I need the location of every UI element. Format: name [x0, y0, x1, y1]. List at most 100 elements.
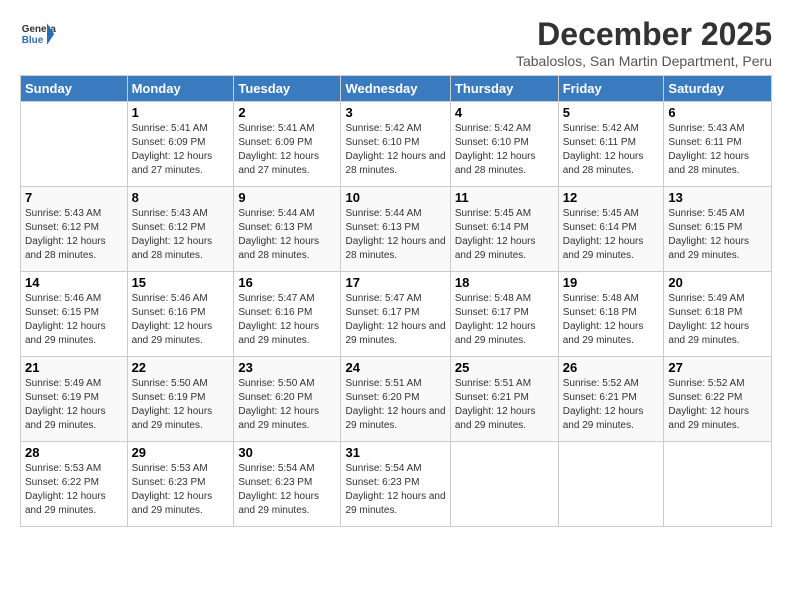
day-number: 1	[132, 105, 230, 120]
day-number: 28	[25, 445, 123, 460]
calendar-week-row: 14 Sunrise: 5:46 AMSunset: 6:15 PMDaylig…	[21, 272, 772, 357]
calendar-day-cell: 7 Sunrise: 5:43 AMSunset: 6:12 PMDayligh…	[21, 187, 128, 272]
day-number: 15	[132, 275, 230, 290]
calendar-day-cell: 29 Sunrise: 5:53 AMSunset: 6:23 PMDaylig…	[127, 442, 234, 527]
calendar-day-cell: 11 Sunrise: 5:45 AMSunset: 6:14 PMDaylig…	[450, 187, 558, 272]
day-number: 6	[668, 105, 767, 120]
day-info: Sunrise: 5:43 AMSunset: 6:12 PMDaylight:…	[25, 208, 106, 261]
calendar-day-cell: 4 Sunrise: 5:42 AMSunset: 6:10 PMDayligh…	[450, 102, 558, 187]
day-info: Sunrise: 5:42 AMSunset: 6:10 PMDaylight:…	[345, 123, 445, 176]
calendar-day-cell: 19 Sunrise: 5:48 AMSunset: 6:18 PMDaylig…	[558, 272, 664, 357]
svg-text:Blue: Blue	[22, 35, 44, 46]
day-info: Sunrise: 5:44 AMSunset: 6:13 PMDaylight:…	[238, 208, 319, 261]
day-info: Sunrise: 5:49 AMSunset: 6:19 PMDaylight:…	[25, 378, 106, 431]
day-info: Sunrise: 5:47 AMSunset: 6:16 PMDaylight:…	[238, 293, 319, 346]
day-number: 22	[132, 360, 230, 375]
calendar-day-cell: 6 Sunrise: 5:43 AMSunset: 6:11 PMDayligh…	[664, 102, 772, 187]
day-info: Sunrise: 5:43 AMSunset: 6:11 PMDaylight:…	[668, 123, 749, 176]
day-number: 7	[25, 190, 123, 205]
calendar-day-cell: 26 Sunrise: 5:52 AMSunset: 6:21 PMDaylig…	[558, 357, 664, 442]
day-number: 17	[345, 275, 445, 290]
day-number: 14	[25, 275, 123, 290]
day-info: Sunrise: 5:42 AMSunset: 6:11 PMDaylight:…	[563, 123, 644, 176]
day-info: Sunrise: 5:45 AMSunset: 6:14 PMDaylight:…	[563, 208, 644, 261]
calendar-day-cell: 28 Sunrise: 5:53 AMSunset: 6:22 PMDaylig…	[21, 442, 128, 527]
day-info: Sunrise: 5:41 AMSunset: 6:09 PMDaylight:…	[132, 123, 213, 176]
header-friday: Friday	[558, 76, 664, 102]
day-number: 26	[563, 360, 660, 375]
day-number: 30	[238, 445, 336, 460]
day-info: Sunrise: 5:48 AMSunset: 6:17 PMDaylight:…	[455, 293, 536, 346]
month-title: December 2025	[516, 16, 772, 53]
calendar-day-cell: 3 Sunrise: 5:42 AMSunset: 6:10 PMDayligh…	[341, 102, 450, 187]
day-number: 23	[238, 360, 336, 375]
calendar-table: Sunday Monday Tuesday Wednesday Thursday…	[20, 75, 772, 527]
day-info: Sunrise: 5:50 AMSunset: 6:19 PMDaylight:…	[132, 378, 213, 431]
calendar-week-row: 28 Sunrise: 5:53 AMSunset: 6:22 PMDaylig…	[21, 442, 772, 527]
day-number: 20	[668, 275, 767, 290]
calendar-day-cell: 27 Sunrise: 5:52 AMSunset: 6:22 PMDaylig…	[664, 357, 772, 442]
header-sunday: Sunday	[21, 76, 128, 102]
calendar-day-cell: 8 Sunrise: 5:43 AMSunset: 6:12 PMDayligh…	[127, 187, 234, 272]
calendar-day-cell: 12 Sunrise: 5:45 AMSunset: 6:14 PMDaylig…	[558, 187, 664, 272]
day-info: Sunrise: 5:53 AMSunset: 6:23 PMDaylight:…	[132, 463, 213, 516]
day-info: Sunrise: 5:52 AMSunset: 6:22 PMDaylight:…	[668, 378, 749, 431]
calendar-day-cell	[664, 442, 772, 527]
calendar-day-cell: 24 Sunrise: 5:51 AMSunset: 6:20 PMDaylig…	[341, 357, 450, 442]
calendar-day-cell: 20 Sunrise: 5:49 AMSunset: 6:18 PMDaylig…	[664, 272, 772, 357]
calendar-day-cell: 10 Sunrise: 5:44 AMSunset: 6:13 PMDaylig…	[341, 187, 450, 272]
day-info: Sunrise: 5:46 AMSunset: 6:16 PMDaylight:…	[132, 293, 213, 346]
calendar-day-cell: 14 Sunrise: 5:46 AMSunset: 6:15 PMDaylig…	[21, 272, 128, 357]
day-info: Sunrise: 5:42 AMSunset: 6:10 PMDaylight:…	[455, 123, 536, 176]
day-number: 29	[132, 445, 230, 460]
calendar-day-cell: 21 Sunrise: 5:49 AMSunset: 6:19 PMDaylig…	[21, 357, 128, 442]
day-info: Sunrise: 5:54 AMSunset: 6:23 PMDaylight:…	[345, 463, 445, 516]
day-info: Sunrise: 5:45 AMSunset: 6:15 PMDaylight:…	[668, 208, 749, 261]
calendar-week-row: 1 Sunrise: 5:41 AMSunset: 6:09 PMDayligh…	[21, 102, 772, 187]
location-subtitle: Tabaloslos, San Martin Department, Peru	[516, 53, 772, 69]
day-info: Sunrise: 5:45 AMSunset: 6:14 PMDaylight:…	[455, 208, 536, 261]
day-number: 18	[455, 275, 554, 290]
day-info: Sunrise: 5:43 AMSunset: 6:12 PMDaylight:…	[132, 208, 213, 261]
day-number: 13	[668, 190, 767, 205]
calendar-week-row: 7 Sunrise: 5:43 AMSunset: 6:12 PMDayligh…	[21, 187, 772, 272]
day-number: 8	[132, 190, 230, 205]
day-number: 10	[345, 190, 445, 205]
day-info: Sunrise: 5:47 AMSunset: 6:17 PMDaylight:…	[345, 293, 445, 346]
calendar-day-cell: 22 Sunrise: 5:50 AMSunset: 6:19 PMDaylig…	[127, 357, 234, 442]
calendar-day-cell: 1 Sunrise: 5:41 AMSunset: 6:09 PMDayligh…	[127, 102, 234, 187]
day-number: 4	[455, 105, 554, 120]
day-number: 11	[455, 190, 554, 205]
calendar-day-cell: 30 Sunrise: 5:54 AMSunset: 6:23 PMDaylig…	[234, 442, 341, 527]
header-tuesday: Tuesday	[234, 76, 341, 102]
calendar-day-cell	[21, 102, 128, 187]
day-info: Sunrise: 5:54 AMSunset: 6:23 PMDaylight:…	[238, 463, 319, 516]
day-info: Sunrise: 5:53 AMSunset: 6:22 PMDaylight:…	[25, 463, 106, 516]
day-number: 19	[563, 275, 660, 290]
day-info: Sunrise: 5:44 AMSunset: 6:13 PMDaylight:…	[345, 208, 445, 261]
calendar-day-cell: 23 Sunrise: 5:50 AMSunset: 6:20 PMDaylig…	[234, 357, 341, 442]
day-number: 12	[563, 190, 660, 205]
calendar-day-cell: 2 Sunrise: 5:41 AMSunset: 6:09 PMDayligh…	[234, 102, 341, 187]
header-saturday: Saturday	[664, 76, 772, 102]
calendar-day-cell: 25 Sunrise: 5:51 AMSunset: 6:21 PMDaylig…	[450, 357, 558, 442]
calendar-day-cell: 9 Sunrise: 5:44 AMSunset: 6:13 PMDayligh…	[234, 187, 341, 272]
calendar-day-cell: 5 Sunrise: 5:42 AMSunset: 6:11 PMDayligh…	[558, 102, 664, 187]
day-info: Sunrise: 5:41 AMSunset: 6:09 PMDaylight:…	[238, 123, 319, 176]
day-number: 24	[345, 360, 445, 375]
header-monday: Monday	[127, 76, 234, 102]
day-number: 2	[238, 105, 336, 120]
day-number: 3	[345, 105, 445, 120]
day-info: Sunrise: 5:51 AMSunset: 6:20 PMDaylight:…	[345, 378, 445, 431]
calendar-day-cell: 18 Sunrise: 5:48 AMSunset: 6:17 PMDaylig…	[450, 272, 558, 357]
day-number: 27	[668, 360, 767, 375]
day-info: Sunrise: 5:51 AMSunset: 6:21 PMDaylight:…	[455, 378, 536, 431]
calendar-day-cell	[450, 442, 558, 527]
title-block: December 2025 Tabaloslos, San Martin Dep…	[516, 16, 772, 69]
day-number: 16	[238, 275, 336, 290]
day-number: 5	[563, 105, 660, 120]
day-info: Sunrise: 5:48 AMSunset: 6:18 PMDaylight:…	[563, 293, 644, 346]
header-thursday: Thursday	[450, 76, 558, 102]
day-info: Sunrise: 5:49 AMSunset: 6:18 PMDaylight:…	[668, 293, 749, 346]
day-info: Sunrise: 5:46 AMSunset: 6:15 PMDaylight:…	[25, 293, 106, 346]
